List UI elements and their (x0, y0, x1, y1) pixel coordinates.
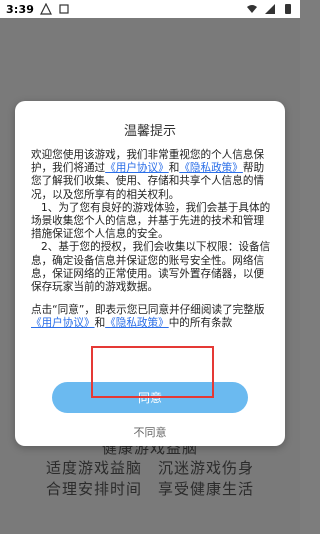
notification-icon-a (40, 3, 53, 15)
consent-text-and: 和 (94, 317, 106, 330)
wifi-icon (247, 5, 257, 13)
dialog-paragraph-consent: 点击“同意”，即表示您已同意并仔细阅读了完整版《用户协议》和《隐私政策》中的所有… (31, 304, 271, 330)
user-agreement-link[interactable]: 《用户协议》 (105, 162, 169, 174)
background-text-line-1: 适度游戏益脑 沉迷游戏伤身 (45, 459, 254, 477)
dialog-body: 欢迎您使用该游戏，我们非常重视您的个人信息保护，我们将通过《用户协议》和《隐私政… (31, 149, 271, 331)
consent-privacy-policy-link[interactable]: 《隐私政策》 (105, 317, 169, 329)
consent-user-agreement-link[interactable]: 《用户协议》 (31, 317, 95, 329)
intro-text-and: 和 (168, 162, 180, 175)
agree-button[interactable]: 同意 (52, 382, 248, 413)
privacy-policy-link[interactable]: 《隐私政策》 (179, 162, 243, 174)
dialog-paragraph-permissions: 2、基于您的授权，我们会收集以下权限：设备信息，确定设备信息并保证您的账号安全性… (31, 241, 271, 294)
signal-icon (265, 4, 275, 14)
background-text-line-2: 合理安排时间 享受健康生活 (45, 480, 254, 498)
dialog-title: 温馨提示 (123, 124, 176, 139)
status-bar: 3:39 (0, 0, 300, 18)
consent-text-prefix: 点击“同意”，即表示您已同意并仔细阅读了完整版 (31, 304, 265, 317)
consent-text-suffix: 中的所有条款 (168, 317, 233, 330)
notification-icon-b (59, 4, 69, 14)
decline-button[interactable]: 不同意 (0, 424, 300, 440)
status-left: 3:39 (6, 3, 70, 16)
dialog-paragraph-intro: 欢迎您使用该游戏，我们非常重视您的个人信息保护，我们将通过《用户协议》和《隐私政… (31, 149, 271, 202)
clock: 3:39 (6, 2, 35, 16)
dialog-paragraph-experience: 1、为了您有良好的游戏体验，我们会基于具体的场景收集您个人的信息，并基于先进的技… (31, 201, 271, 241)
battery-icon (285, 4, 291, 14)
status-right (246, 3, 294, 15)
